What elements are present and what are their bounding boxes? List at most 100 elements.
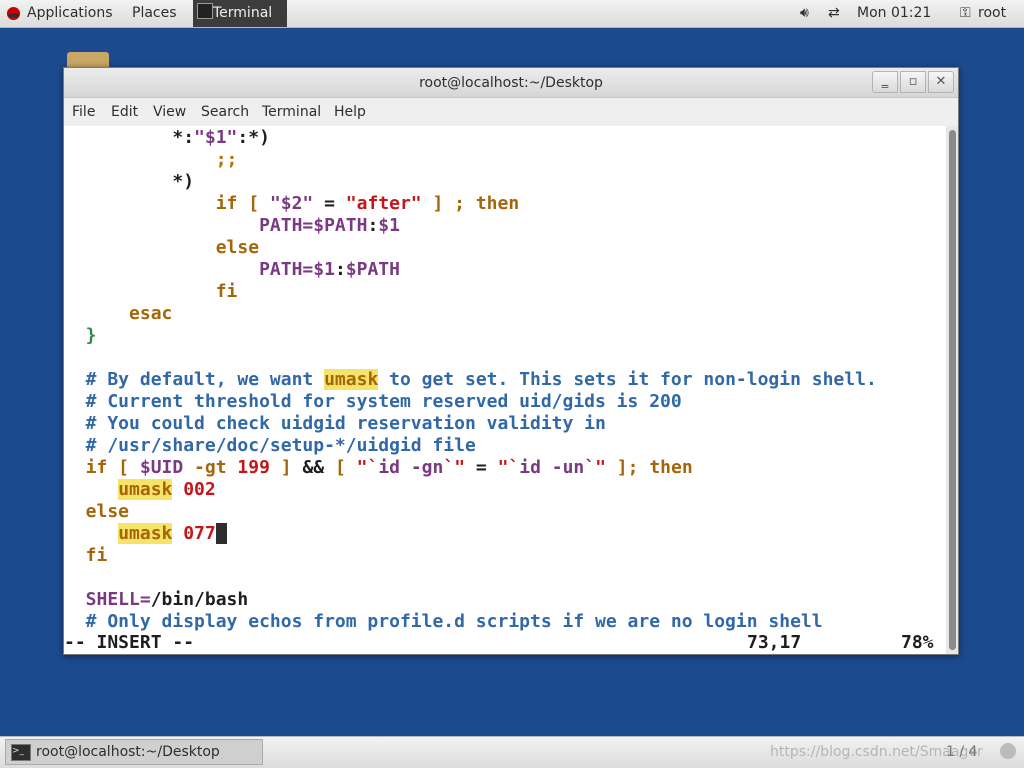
code-token: `" — [443, 457, 466, 478]
code-token: "after" — [345, 193, 422, 214]
terminal-icon — [197, 3, 213, 19]
code-token: if [ — [64, 193, 270, 214]
volume-icon[interactable]: 🔊︎ — [800, 0, 809, 27]
code-token: if [ — [64, 457, 140, 478]
editor-line: umask 002 — [64, 479, 216, 501]
desktop-folder-icon[interactable] — [67, 52, 109, 68]
code-token: umask — [118, 523, 173, 544]
menu-view[interactable]: View — [153, 98, 186, 126]
code-token: && — [302, 457, 325, 478]
code-token: "$1" — [194, 127, 238, 148]
editor-line: # Only display echos from profile.d scri… — [64, 611, 823, 633]
menu-terminal[interactable]: Terminal — [262, 98, 321, 126]
code-token: umask — [118, 479, 173, 500]
scroll-percentage: 78% — [901, 632, 934, 653]
scrollbar-thumb[interactable] — [949, 130, 956, 650]
code-token: umask — [324, 369, 379, 390]
notification-icon[interactable] — [1000, 743, 1016, 759]
code-token: "` — [356, 457, 379, 478]
vim-mode-indicator: -- INSERT -- — [64, 632, 195, 653]
code-token: esac — [64, 303, 173, 324]
code-token: ] ; then — [421, 193, 520, 214]
editor-line: esac — [64, 303, 172, 325]
code-token: ]; then — [605, 457, 693, 478]
editor-line: # You could check uidgid reservation val… — [64, 413, 606, 435]
editor-line: if [ "$2" = "after" ] ; then — [64, 193, 519, 215]
code-token: ] — [269, 457, 303, 478]
minimize-button[interactable]: ‗ — [872, 71, 898, 93]
code-token: :*) — [237, 127, 270, 148]
menu-edit[interactable]: Edit — [111, 98, 138, 126]
terminal-app-button[interactable]: Terminal — [193, 0, 287, 27]
code-token: # You could check uidgid reservation val… — [64, 413, 606, 434]
clock[interactable]: Mon 01:21 — [857, 0, 931, 27]
code-token: $UID — [139, 457, 184, 478]
code-token: SHELL= — [64, 589, 151, 610]
editor-line: if [ $UID -gt 199 ] && [ "`id -gn`" = "`… — [64, 457, 693, 479]
code-token: = — [465, 457, 498, 478]
terminal-window: root@localhost:~/Desktop ‗ ▫ ✕ File Edit… — [63, 67, 959, 655]
editor-line: SHELL=/bin/bash — [64, 589, 249, 611]
window-titlebar[interactable]: root@localhost:~/Desktop ‗ ▫ ✕ — [64, 68, 958, 98]
editor-line: PATH=$1:$PATH — [64, 259, 400, 281]
code-token: fi — [64, 545, 108, 566]
maximize-button[interactable]: ▫ — [900, 71, 926, 93]
taskbar-window-button[interactable]: >_ root@localhost:~/Desktop — [5, 739, 263, 765]
code-token: # By default, we want — [64, 369, 325, 390]
menu-search[interactable]: Search — [201, 98, 249, 126]
code-token: "` — [497, 457, 520, 478]
editor-line: else — [64, 237, 259, 259]
code-token: $PATH — [313, 215, 368, 236]
code-token: else — [64, 501, 130, 522]
editor-line: umask 077 — [64, 523, 227, 545]
menu-help[interactable]: Help — [334, 98, 366, 126]
code-token: PATH= — [64, 215, 314, 236]
editor-line: else — [64, 501, 129, 523]
code-token: PATH= — [64, 259, 314, 280]
code-token: /bin/bash — [150, 589, 249, 610]
vim-status-line: -- INSERT -- 73,17 78% — [64, 632, 946, 654]
workspace-pager[interactable]: 1 / 4 — [946, 737, 977, 767]
editor-line: fi — [64, 545, 108, 567]
code-token: [ — [324, 457, 357, 478]
bottom-panel: >_ root@localhost:~/Desktop https://blog… — [0, 736, 1024, 768]
code-token: # /usr/share/doc/setup-*/uidgid file — [64, 435, 476, 456]
code-token: `" — [584, 457, 606, 478]
editor-line: # Current threshold for system reserved … — [64, 391, 682, 413]
code-token: to get set. This sets it for non-login s… — [378, 369, 877, 390]
editor-line: fi — [64, 281, 238, 303]
close-button[interactable]: ✕ — [928, 71, 954, 93]
code-token: # Current threshold for system reserved … — [64, 391, 682, 412]
code-token: $1 — [313, 259, 335, 280]
applications-menu[interactable]: Applications — [27, 0, 113, 27]
editor-line: } — [64, 325, 97, 347]
code-token: = — [313, 193, 346, 214]
code-token: # Only display echos from profile.d scri… — [64, 611, 823, 632]
text-cursor — [215, 523, 227, 544]
editor-line: # /usr/share/doc/setup-*/uidgid file — [64, 435, 476, 457]
code-token: -gt — [183, 457, 238, 478]
scrollbar[interactable] — [946, 126, 958, 654]
code-token: 077 — [183, 523, 216, 544]
places-menu[interactable]: Places — [132, 0, 177, 27]
code-token: : — [334, 259, 346, 280]
user-icon: ⚿ — [960, 5, 971, 21]
code-token: 002 — [183, 479, 216, 500]
editor-line: ;; — [64, 149, 238, 171]
terminal-content[interactable]: *:"$1":*) ;; *) if [ "$2" = "after" ] ; … — [64, 126, 946, 654]
editor-line: # By default, we want umask to get set. … — [64, 369, 877, 391]
top-bar: Applications Places Terminal 🔊︎ ⇄ Mon 01… — [0, 0, 1024, 28]
network-icon[interactable]: ⇄ — [828, 0, 840, 27]
menu-file[interactable]: File — [72, 98, 95, 126]
cursor-position: 73,17 — [747, 632, 802, 653]
code-token: ;; — [64, 149, 238, 170]
code-token: id -un — [519, 457, 585, 478]
redhat-logo-icon — [6, 6, 21, 21]
user-menu[interactable]: root — [978, 0, 1006, 27]
code-token: fi — [64, 281, 238, 302]
taskbar-window-label: root@localhost:~/Desktop — [36, 744, 220, 760]
code-token: : — [367, 215, 379, 236]
